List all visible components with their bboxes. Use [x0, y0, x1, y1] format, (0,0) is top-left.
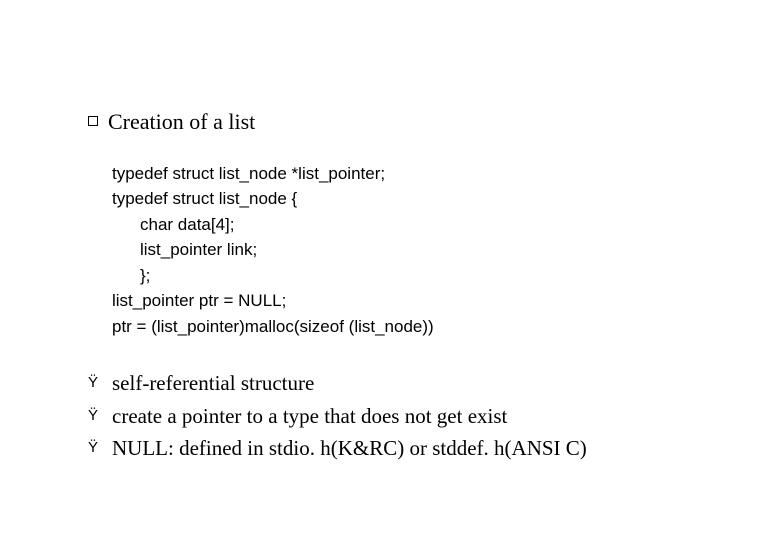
y-diaeresis-bullet-icon: Ÿ	[88, 436, 102, 459]
slide-content: Creation of a list typedef struct list_n…	[88, 108, 740, 465]
y-diaeresis-bullet-icon: Ÿ	[88, 404, 102, 427]
code-block: typedef struct list_node *list_pointer; …	[112, 161, 740, 340]
heading-text: Creation of a list	[108, 108, 255, 137]
code-line: list_pointer link;	[140, 237, 740, 263]
code-line: typedef struct list_node {	[112, 186, 740, 212]
note-text: create a pointer to a type that does not…	[112, 400, 507, 433]
code-line: ptr = (list_pointer)malloc(sizeof (list_…	[112, 314, 740, 340]
code-line: typedef struct list_node *list_pointer;	[112, 161, 740, 187]
code-line: list_pointer ptr = NULL;	[112, 288, 740, 314]
y-diaeresis-bullet-icon: Ÿ	[88, 371, 102, 394]
note-text: NULL: defined in stdio. h(K&RC) or stdde…	[112, 432, 587, 465]
code-line: char data[4];	[140, 212, 740, 238]
square-bullet-icon	[88, 116, 98, 126]
code-line: };	[140, 263, 740, 289]
heading-row: Creation of a list	[88, 108, 740, 137]
note-item: Ÿ self-referential structure	[88, 367, 740, 400]
note-item: Ÿ NULL: defined in stdio. h(K&RC) or std…	[88, 432, 740, 465]
note-text: self-referential structure	[112, 367, 314, 400]
note-item: Ÿ create a pointer to a type that does n…	[88, 400, 740, 433]
notes-list: Ÿ self-referential structure Ÿ create a …	[88, 367, 740, 465]
